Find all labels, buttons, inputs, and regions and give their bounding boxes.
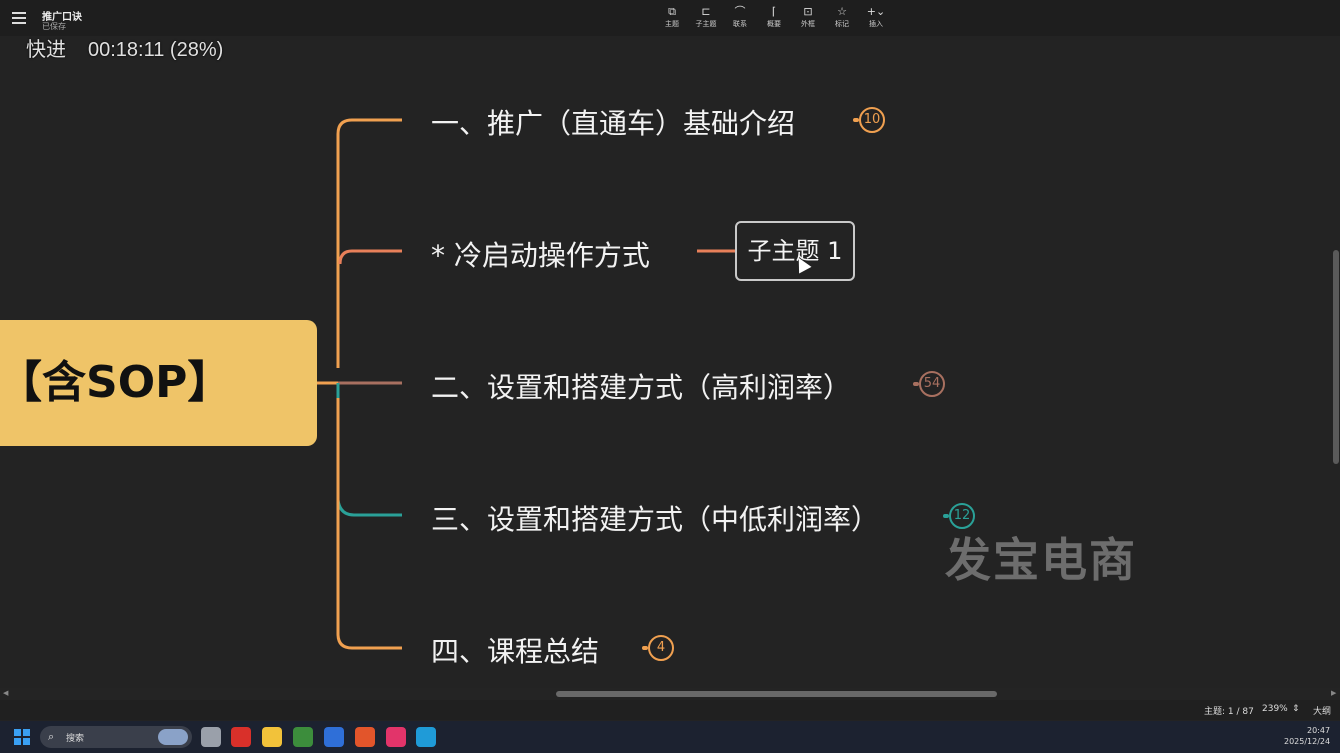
collapsed-count-badge[interactable]: 10 bbox=[859, 107, 885, 133]
toolbar-button-1[interactable]: ⊏ 子主题 bbox=[692, 5, 720, 29]
task-view-icon[interactable] bbox=[201, 727, 221, 747]
top-toolbar: 推广口诀 已保存 ⧉ 主题 ⊏ 子主题 ⌒ 联系 ⌈ 概要 ⊡ 外框 ☆ 标记 +⌄ 插入 bbox=[0, 0, 1340, 36]
branch-topic-2[interactable]: * 冷启动操作方式 bbox=[431, 234, 650, 274]
search-icon: ⌕ bbox=[48, 730, 55, 743]
boundary-icon: ⊡ bbox=[803, 5, 813, 18]
toolbar-button-2[interactable]: ⌒ 联系 bbox=[726, 5, 754, 29]
edge-icon[interactable] bbox=[416, 727, 436, 747]
toolbar-label: 概要 bbox=[767, 20, 781, 28]
app-orange-icon[interactable] bbox=[355, 727, 375, 747]
search-placeholder: 搜索 bbox=[66, 734, 85, 744]
toolbar-label: 标记 bbox=[835, 20, 849, 28]
app-blue-icon[interactable] bbox=[324, 727, 344, 747]
branch-topic-5[interactable]: 四、课程总结 bbox=[431, 630, 599, 670]
clock-date: 2025/12/24 bbox=[1284, 737, 1331, 746]
taskbar-search[interactable]: ⌕ 搜索 bbox=[40, 726, 192, 748]
windows-start-icon[interactable] bbox=[14, 729, 30, 745]
zoom-stepper-icon[interactable]: ⇕ bbox=[1292, 704, 1300, 714]
relation-icon: ⌒ bbox=[734, 5, 746, 18]
toolbar-button-0[interactable]: ⧉ 主题 bbox=[658, 5, 686, 29]
root-topic[interactable]: 【含SOP】 bbox=[0, 320, 317, 446]
branch-topic-4[interactable]: 三、设置和搭建方式（中低利润率） bbox=[431, 498, 879, 538]
search-highlight-icon bbox=[158, 729, 188, 745]
app-window: 推广口诀 已保存 ⧉ 主题 ⊏ 子主题 ⌒ 联系 ⌈ 概要 ⊡ 外框 ☆ 标记 +⌄ 插入 快进 00:18… bbox=[0, 0, 1340, 753]
wps-icon[interactable] bbox=[231, 727, 251, 747]
toolbar-button-4[interactable]: ⊡ 外框 bbox=[794, 5, 822, 29]
system-clock[interactable]: 20:47 2025/12/24 bbox=[1284, 725, 1330, 747]
app-pink-icon[interactable] bbox=[386, 727, 406, 747]
windows-taskbar: ⌕ 搜索 20:47 2025/12/24 bbox=[0, 721, 1340, 753]
branch-topic-1[interactable]: 一、推广（直通车）基础介绍 bbox=[431, 102, 795, 142]
toolbar-label: 外框 bbox=[801, 20, 815, 28]
insert-toolbar: ⧉ 主题 ⊏ 子主题 ⌒ 联系 ⌈ 概要 ⊡ 外框 ☆ 标记 +⌄ 插入 bbox=[658, 5, 890, 29]
toolbar-label: 联系 bbox=[733, 20, 747, 28]
vertical-scrollbar[interactable] bbox=[1333, 250, 1339, 464]
toolbar-button-5[interactable]: ☆ 标记 bbox=[828, 5, 856, 29]
status-bar: 主题: 1 / 87 239% ⇕ 大纲 bbox=[0, 700, 1340, 720]
outline-button[interactable]: 大纲 bbox=[1313, 704, 1331, 717]
zoom-level[interactable]: 239% bbox=[1262, 704, 1288, 714]
subtopic-icon: ⊏ bbox=[701, 5, 711, 18]
save-status: 已保存 bbox=[42, 22, 66, 31]
collapsed-count-badge[interactable]: 54 bbox=[919, 371, 945, 397]
scroll-right-icon[interactable]: ▶ bbox=[1331, 689, 1336, 697]
marker-icon: ☆ bbox=[837, 5, 847, 18]
scroll-left-icon[interactable]: ◀ bbox=[3, 689, 8, 697]
toolbar-label: 子主题 bbox=[695, 20, 717, 28]
clock-time: 20:47 bbox=[1307, 726, 1331, 735]
toolbar-button-3[interactable]: ⌈ 概要 bbox=[760, 5, 788, 29]
toolbar-label: 主题 bbox=[665, 20, 679, 28]
toolbar-label: 插入 bbox=[869, 20, 883, 28]
branch-topic-3[interactable]: 二、设置和搭建方式（高利润率） bbox=[431, 366, 851, 406]
watermark: 发宝电商 bbox=[945, 533, 1137, 587]
insert-icon: +⌄ bbox=[866, 5, 886, 18]
toolbar-button-6[interactable]: +⌄ 插入 bbox=[862, 5, 890, 29]
topic-count: 主题: 1 / 87 bbox=[1204, 707, 1254, 717]
chrome-icon[interactable] bbox=[293, 727, 313, 747]
topic-icon: ⧉ bbox=[668, 5, 676, 18]
horizontal-scrollbar[interactable] bbox=[556, 691, 997, 697]
file-explorer-icon[interactable] bbox=[262, 727, 282, 747]
summary-icon: ⌈ bbox=[771, 5, 777, 18]
subtopic-node[interactable]: 子主题 1 bbox=[735, 221, 855, 281]
menu-icon[interactable] bbox=[12, 12, 26, 24]
collapsed-count-badge[interactable]: 4 bbox=[648, 635, 674, 661]
mindmap-canvas[interactable]: 【含SOP】 一、推广（直通车）基础介绍 10 * 冷启动操作方式 子主题 1 … bbox=[0, 38, 1332, 688]
